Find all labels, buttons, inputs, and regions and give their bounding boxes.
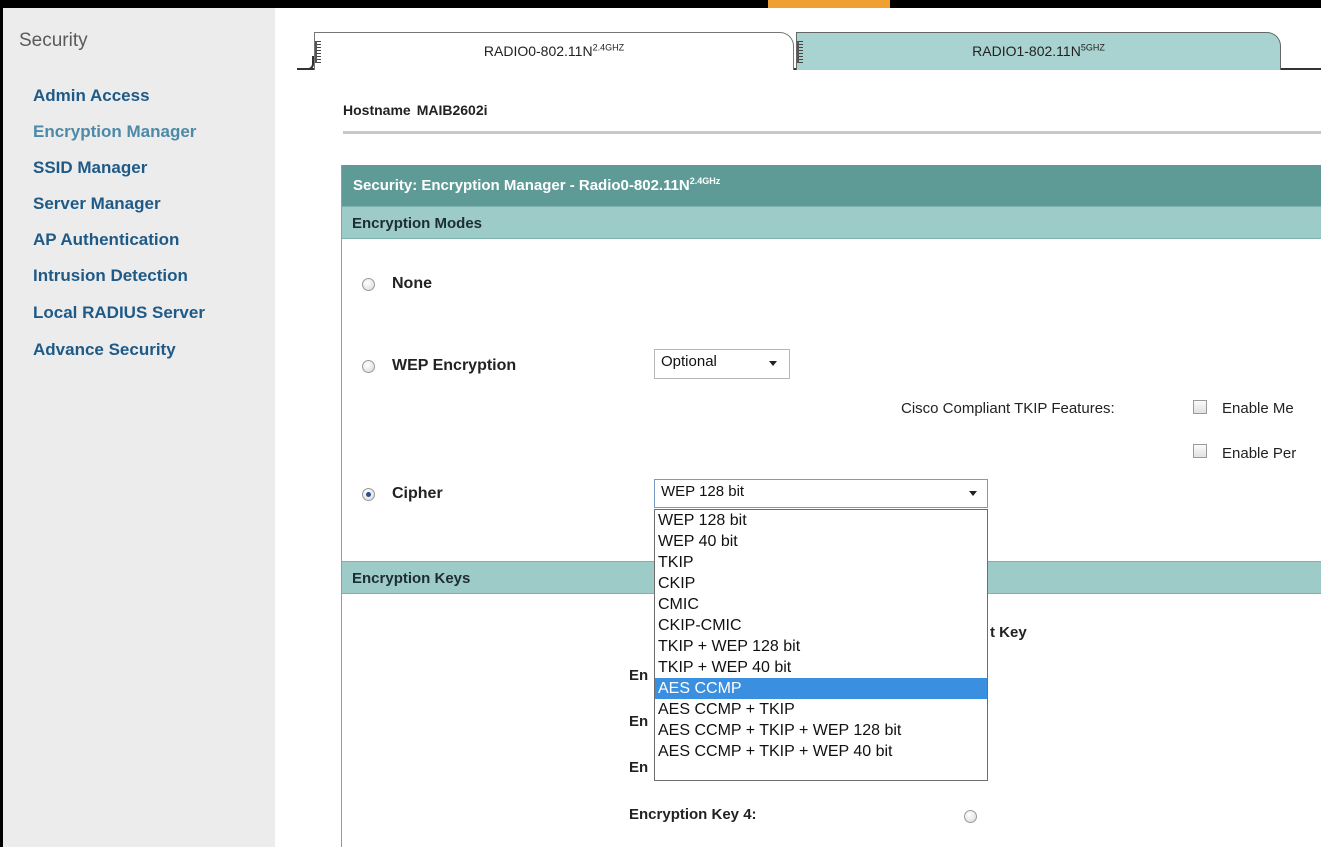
wep-encryption-select[interactable]: Optional: [654, 349, 790, 379]
sidebar-title: Security: [19, 30, 88, 51]
cipher-option[interactable]: AES CCMP + TKIP + WEP 40 bit: [655, 741, 987, 762]
encryption-key-2-label: En: [629, 713, 649, 730]
wep-encryption-label: WEP Encryption: [392, 357, 517, 374]
sidebar-item-intrusion-detection[interactable]: Intrusion Detection: [33, 266, 188, 286]
window-top-frame: [0, 0, 1321, 8]
panel-title: Security: Encryption Manager - Radio0-80…: [342, 165, 1321, 206]
encryption-key-4-label: Encryption Key 4:: [629, 806, 757, 823]
tab-radio1[interactable]: RADIO1-802.11N5GHZ: [796, 32, 1281, 70]
cipher-option[interactable]: CKIP-CMIC: [655, 615, 987, 636]
chevron-down-icon: [969, 491, 977, 496]
sidebar-item-advance-security[interactable]: Advance Security: [33, 340, 176, 360]
chevron-down-icon: [769, 361, 777, 366]
tab-radio0-label: RADIO0-802.11N: [483, 43, 593, 59]
tab-grip-icon: [315, 41, 321, 63]
encryption-key-1-label: En: [629, 667, 649, 684]
cipher-option[interactable]: CKIP: [655, 573, 987, 594]
encryption-key-3-label: En: [629, 759, 649, 776]
sidebar-item-server-manager[interactable]: Server Manager: [33, 194, 161, 214]
sidebar-item-ap-authentication[interactable]: AP Authentication: [33, 230, 179, 250]
hostname-label: Hostname: [343, 102, 411, 118]
encryption-modes-heading: Encryption Modes: [342, 206, 1321, 239]
tab-radio0-band: 2.4GHZ: [592, 42, 625, 53]
wep-encryption-value: Optional: [661, 353, 717, 370]
panel-title-band: 2.4GHz: [689, 176, 721, 186]
enable-per-packet-checkbox[interactable]: [1193, 444, 1207, 458]
tab-radio0[interactable]: RADIO0-802.11N2.4GHZ: [314, 32, 794, 70]
panel-title-text: Security: Encryption Manager - Radio0-80…: [353, 177, 690, 194]
tab-radio1-label: RADIO1-802.11N: [972, 43, 1081, 59]
cipher-radio[interactable]: [362, 488, 375, 501]
transmit-key-header: t Key: [990, 624, 1027, 641]
cipher-option[interactable]: TKIP + WEP 128 bit: [655, 636, 987, 657]
encryption-key-4-transmit-radio[interactable]: [964, 810, 977, 823]
wep-encryption-radio[interactable]: [362, 360, 375, 373]
cipher-select[interactable]: WEP 128 bit: [654, 479, 988, 508]
none-label: None: [392, 275, 432, 292]
cipher-value: WEP 128 bit: [661, 483, 745, 500]
tkip-features-label: Cisco Compliant TKIP Features:: [901, 400, 1115, 417]
cipher-option[interactable]: AES CCMP + TKIP + WEP 128 bit: [655, 720, 987, 741]
cipher-option-highlighted[interactable]: AES CCMP: [655, 678, 987, 699]
hostname: Hostname MAIB2602i: [343, 102, 488, 118]
sidebar: Security Admin Access Encryption Manager…: [3, 8, 275, 847]
hostname-value: MAIB2602i: [416, 102, 488, 118]
enable-per-packet-label: Enable Per: [1222, 445, 1297, 462]
tab-radio1-band: 5GHZ: [1080, 42, 1105, 53]
sidebar-item-admin-access[interactable]: Admin Access: [33, 86, 150, 106]
none-radio[interactable]: [362, 278, 375, 291]
sidebar-item-encryption-manager[interactable]: Encryption Manager: [33, 122, 196, 142]
sidebar-item-ssid-manager[interactable]: SSID Manager: [33, 158, 147, 178]
cipher-option[interactable]: WEP 128 bit: [655, 510, 987, 531]
enable-mic-checkbox[interactable]: [1193, 400, 1207, 414]
enable-mic-label: Enable Me: [1222, 400, 1294, 417]
hostname-divider: [343, 131, 1321, 134]
cipher-option[interactable]: CMIC: [655, 594, 987, 615]
cipher-option[interactable]: TKIP: [655, 552, 987, 573]
cipher-option[interactable]: AES CCMP + TKIP: [655, 699, 987, 720]
cipher-option[interactable]: WEP 40 bit: [655, 531, 987, 552]
tab-grip-icon: [797, 41, 803, 63]
cipher-dropdown-list: WEP 128 bit WEP 40 bit TKIP CKIP CMIC CK…: [654, 509, 988, 781]
top-accent: [768, 0, 890, 8]
sidebar-item-local-radius-server[interactable]: Local RADIUS Server: [33, 303, 205, 323]
cipher-option[interactable]: TKIP + WEP 40 bit: [655, 657, 987, 678]
cipher-label: Cipher: [392, 485, 443, 502]
